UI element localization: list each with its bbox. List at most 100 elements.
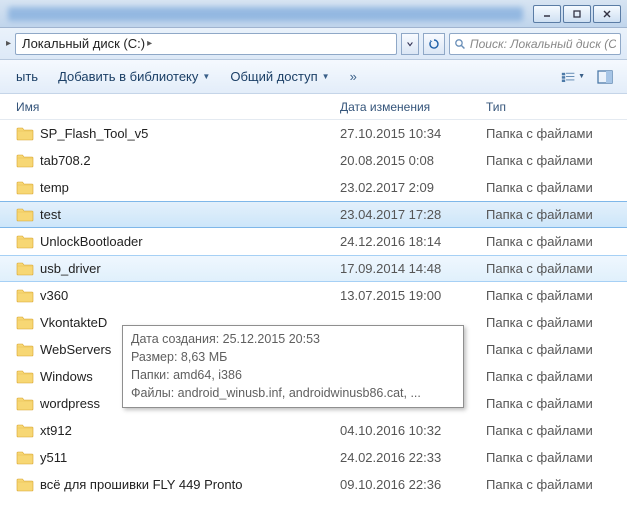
titlebar (0, 0, 627, 28)
table-row[interactable]: temp 23.02.2017 2:09Папка с файлами (0, 174, 627, 201)
file-date-cell: 23.04.2017 17:28 (340, 207, 486, 222)
folder-icon (16, 234, 34, 249)
tooltip-line: Папки: amd64, i386 (131, 366, 455, 384)
column-header-date[interactable]: Дата изменения (340, 100, 486, 114)
search-input[interactable]: Поиск: Локальный диск (C (449, 33, 621, 55)
maximize-button[interactable] (563, 5, 591, 23)
file-name: tab708.2 (40, 153, 91, 168)
title-blur (8, 7, 523, 21)
folder-icon (16, 126, 34, 141)
breadcrumb-sep[interactable]: ▸ (147, 38, 152, 49)
location-dropdown-button[interactable] (401, 33, 419, 55)
folder-icon (16, 369, 34, 384)
file-name: wordpress (40, 396, 100, 411)
file-name: всё для прошивки FLY 449 Pronto (40, 477, 242, 492)
file-name-cell: SP_Flash_Tool_v5 (16, 126, 340, 141)
chevron-down-icon: ▼ (578, 73, 585, 80)
file-date-cell: 13.07.2015 19:00 (340, 288, 486, 303)
folder-icon (16, 153, 34, 168)
table-row[interactable]: test 23.04.2017 17:28Папка с файлами (0, 201, 627, 228)
view-options-button[interactable]: ▼ (561, 66, 585, 88)
close-button[interactable] (593, 5, 621, 23)
add-to-library-button[interactable]: Добавить в библиотеку ▼ (52, 66, 216, 87)
file-name: y511 (40, 450, 67, 465)
file-type-cell: Папка с файлами (486, 261, 627, 276)
file-name: SP_Flash_Tool_v5 (40, 126, 148, 141)
file-name-cell: всё для прошивки FLY 449 Pronto (16, 477, 340, 492)
folder-icon (16, 207, 34, 222)
organize-button[interactable]: ыть (10, 66, 44, 87)
file-date-cell: 20.08.2015 0:08 (340, 153, 486, 168)
table-row[interactable]: SP_Flash_Tool_v5 27.10.2015 10:34Папка с … (0, 120, 627, 147)
refresh-button[interactable] (423, 33, 445, 55)
preview-pane-button[interactable] (593, 66, 617, 88)
chevron-down-icon: ▼ (322, 72, 330, 81)
file-list: SP_Flash_Tool_v527.10.2015 10:34Папка с … (0, 120, 627, 498)
table-row[interactable]: tab708.220.08.2015 0:08Папка с файлами (0, 147, 627, 174)
table-row[interactable]: y511 24.02.2016 22:33Папка с файлами (0, 444, 627, 471)
file-name: UnlockBootloader (40, 234, 143, 249)
search-icon (454, 38, 466, 50)
folder-icon (16, 288, 34, 303)
file-name: temp (40, 180, 69, 195)
folder-tooltip: Дата создания: 25.12.2015 20:53 Размер: … (122, 325, 464, 408)
address-bar-row: ▸ Локальный диск (C:) ▸ Поиск: Локальный… (0, 28, 627, 60)
search-placeholder: Поиск: Локальный диск (C (470, 37, 616, 51)
file-name: xt912 (40, 423, 72, 438)
location-bar[interactable]: Локальный диск (C:) ▸ (15, 33, 397, 55)
table-row[interactable]: usb_driver 17.09.2014 14:48Папка с файлам… (0, 255, 627, 282)
tooltip-line: Файлы: android_winusb.inf, androidwinusb… (131, 384, 455, 402)
file-date-cell: 23.02.2017 2:09 (340, 180, 486, 195)
file-name-cell: xt912 (16, 423, 340, 438)
tooltip-line: Размер: 8,63 МБ (131, 348, 455, 366)
file-date-cell: 17.09.2014 14:48 (340, 261, 486, 276)
folder-icon (16, 261, 34, 276)
file-type-cell: Папка с файлами (486, 234, 627, 249)
file-name: test (40, 207, 61, 222)
file-type-cell: Папка с файлами (486, 180, 627, 195)
table-row[interactable]: v36013.07.2015 19:00Папка с файлами (0, 282, 627, 309)
file-name: usb_driver (40, 261, 101, 276)
tooltip-line: Дата создания: 25.12.2015 20:53 (131, 330, 455, 348)
file-type-cell: Папка с файлами (486, 450, 627, 465)
table-row[interactable]: xt912 04.10.2016 10:32Папка с файлами (0, 417, 627, 444)
toolbar-overflow-button[interactable]: » (344, 66, 363, 87)
file-name-cell: UnlockBootloader (16, 234, 340, 249)
folder-icon (16, 396, 34, 411)
toolbar: ыть Добавить в библиотеку ▼ Общий доступ… (0, 60, 627, 94)
column-header-type[interactable]: Тип (486, 100, 627, 114)
folder-icon (16, 315, 34, 330)
breadcrumb-sep: ▸ (6, 38, 11, 49)
file-name-cell: tab708.2 (16, 153, 340, 168)
file-name-cell: v360 (16, 288, 340, 303)
file-type-cell: Папка с файлами (486, 423, 627, 438)
file-date-cell: 09.10.2016 22:36 (340, 477, 486, 492)
folder-icon (16, 180, 34, 195)
file-type-cell: Папка с файлами (486, 396, 627, 411)
column-header-row: Имя Дата изменения Тип (0, 94, 627, 120)
table-row[interactable]: UnlockBootloader 24.12.2016 18:14Папка с … (0, 228, 627, 255)
share-button[interactable]: Общий доступ ▼ (224, 66, 335, 87)
file-date-cell: 27.10.2015 10:34 (340, 126, 486, 141)
file-date-cell: 24.02.2016 22:33 (340, 450, 486, 465)
table-row[interactable]: всё для прошивки FLY 449 Pronto 09.10.201… (0, 471, 627, 498)
file-name-cell: test (16, 207, 340, 222)
file-type-cell: Папка с файлами (486, 477, 627, 492)
file-type-cell: Папка с файлами (486, 207, 627, 222)
folder-icon (16, 423, 34, 438)
file-date-cell: 04.10.2016 10:32 (340, 423, 486, 438)
file-type-cell: Папка с файлами (486, 126, 627, 141)
file-type-cell: Папка с файлами (486, 288, 627, 303)
file-name-cell: temp (16, 180, 340, 195)
column-header-name[interactable]: Имя (16, 100, 340, 114)
file-name: Windows (40, 369, 93, 384)
breadcrumb[interactable]: Локальный диск (C:) (20, 36, 147, 51)
file-type-cell: Папка с файлами (486, 342, 627, 357)
file-name: VkontakteD (40, 315, 107, 330)
file-name: WebServers (40, 342, 111, 357)
folder-icon (16, 477, 34, 492)
file-name-cell: usb_driver (16, 261, 340, 276)
folder-icon (16, 450, 34, 465)
file-date-cell: 24.12.2016 18:14 (340, 234, 486, 249)
minimize-button[interactable] (533, 5, 561, 23)
